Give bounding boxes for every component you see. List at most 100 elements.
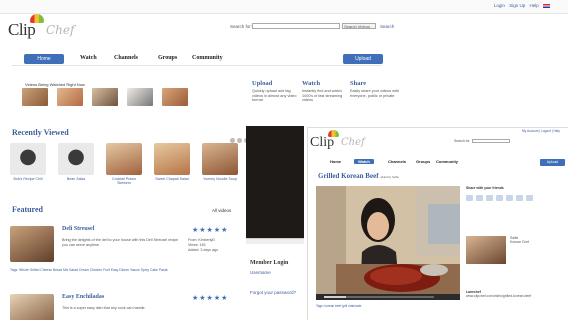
video-thumbnail [154, 143, 190, 175]
feature-upload[interactable]: Upload Quickly upload and tag videos in … [252, 80, 302, 103]
upload-button[interactable]: Upload [540, 159, 565, 166]
player-progress[interactable] [324, 296, 434, 298]
share-icon[interactable] [486, 195, 493, 202]
video-title[interactable]: Easy Enchiladas [62, 294, 104, 300]
video-thumbnail[interactable] [162, 88, 188, 106]
video-thumbnail[interactable] [127, 88, 153, 106]
video-thumbnail [106, 143, 142, 175]
nav-home[interactable]: Home [330, 159, 341, 164]
feature-share[interactable]: Share Easily share your videos with ever… [350, 80, 400, 98]
video-caption: Bean Salsa [66, 177, 86, 181]
nav-watch[interactable]: Watch [354, 159, 374, 164]
feature-watch[interactable]: Watch Instantly find and watch 1000's of… [302, 80, 352, 103]
feature-desc: Quickly upload and tag videos in almost … [252, 89, 297, 102]
share-heading: Share with your friends [466, 186, 504, 190]
username-label: Username [250, 270, 271, 275]
video-thumbnail[interactable] [92, 88, 118, 106]
signup-link[interactable]: Sign Up [509, 3, 525, 8]
video-player[interactable] [316, 186, 460, 300]
logo-word: Clip [310, 135, 335, 150]
video-caption: Sweet Chapati Salad [155, 177, 189, 181]
video-tags[interactable]: Tags: korean beef grill marinade [316, 304, 460, 308]
rating-stars-icon: ★★★★★ [192, 227, 229, 234]
upload-button[interactable]: Upload [343, 54, 383, 64]
logo-script: Chef [46, 23, 75, 37]
recently-viewed-title: Recently Viewed [12, 128, 69, 137]
video-thumbnail [10, 226, 54, 262]
share-panel: Share with your friends [466, 186, 566, 202]
video-caption: Bob's Recipe Chili [13, 177, 43, 181]
recent-video[interactable]: Cocktail Prawn Skewers [106, 143, 142, 185]
nav-community[interactable]: Community [436, 159, 458, 164]
watching-now-title: Videos Being Watched Right Now [25, 82, 85, 87]
nav-channels[interactable]: Channels [388, 159, 406, 164]
video-frame [316, 186, 460, 300]
share-icon[interactable] [526, 195, 533, 202]
account-links[interactable]: My Account | Logout | Help [522, 129, 560, 133]
feature-title: Share [350, 80, 367, 87]
feature-title: Watch [302, 80, 321, 87]
clipchef-logo[interactable]: Clip Chef [308, 129, 378, 155]
language-flag-icon[interactable] [543, 3, 550, 8]
logo-word: Clip [8, 20, 36, 39]
nav-watch[interactable]: Watch [80, 55, 97, 61]
featured-title: Featured [12, 205, 43, 214]
search-type-select[interactable]: Search Videos [342, 23, 376, 29]
member-login-title: Member Login [250, 260, 289, 266]
share-icons [466, 195, 566, 202]
user-subtitle: Korean Chef [510, 240, 530, 245]
featured-filter[interactable]: All videos [212, 208, 231, 213]
video-thumbnail [10, 143, 46, 175]
search-button[interactable]: Search [380, 24, 394, 29]
share-icon[interactable] [496, 195, 503, 202]
nav-community[interactable]: Community [192, 55, 223, 61]
search-bar: Search for [454, 139, 510, 144]
share-url[interactable]: www.clipchef.com/video/grilled-korean-be… [466, 294, 566, 298]
search-input[interactable] [471, 139, 510, 144]
video-page-inset: Clip Chef My Account | Logout | Help Sea… [307, 127, 568, 320]
panel-scrollbar[interactable] [246, 238, 304, 244]
feature-title: Upload [252, 80, 273, 87]
user-info: Sallie Korean Chef [510, 236, 566, 244]
forgot-password-link[interactable]: Forgot your password? [250, 290, 296, 295]
nav-groups[interactable]: Groups [416, 159, 430, 164]
recent-video[interactable]: Sweet Chapati Salad [154, 143, 190, 181]
recent-video[interactable]: Bean Salsa [58, 143, 94, 181]
main-nav: Home Watch Channels Groups Community [12, 52, 382, 66]
share-icon[interactable] [506, 195, 513, 202]
rating-stars-icon: ★★★★★ [192, 295, 229, 302]
video-thumbnail[interactable] [22, 88, 48, 106]
search-label: Search for: [230, 24, 253, 29]
help-link[interactable]: Help [529, 3, 538, 8]
user-avatar[interactable] [466, 236, 506, 264]
video-title-text: Grilled Korean Beef [318, 172, 379, 180]
nav-channels[interactable]: Channels [114, 55, 138, 61]
video-thumbnail [10, 294, 54, 320]
nav-groups[interactable]: Groups [158, 55, 177, 61]
video-thumbnail [202, 143, 238, 175]
clipchef-logo[interactable]: Clip Chef [6, 12, 96, 42]
recent-video[interactable]: Bob's Recipe Chili [10, 143, 46, 181]
tag-cloud[interactable]: Tags: Whole Grilled Cheese Bread Mix Sal… [10, 268, 242, 273]
search-input[interactable] [252, 23, 340, 29]
login-link[interactable]: Login [494, 3, 505, 8]
video-description: This is a super easy dish that any cook … [62, 306, 146, 310]
video-caption: Yummy Noodle Soup [203, 177, 237, 181]
player-controls[interactable] [316, 294, 460, 300]
search-label: Search for [454, 139, 470, 143]
share-icon[interactable] [476, 195, 483, 202]
video-description: Bring the delights of the deli to your h… [62, 238, 179, 247]
share-icon[interactable] [466, 195, 473, 202]
nav-home[interactable]: Home [24, 54, 64, 64]
video-added: Added: 3 days ago [188, 248, 218, 252]
video-title[interactable]: Deli Streusel [62, 226, 94, 232]
video-thumbnail[interactable] [57, 88, 83, 106]
video-title: Grilled Korean Beef added by Sallie [318, 172, 399, 180]
video-title-meta: added by Sallie [380, 175, 399, 179]
logo-script: Chef [341, 137, 365, 148]
account-links: Login Sign Up Help [491, 3, 550, 8]
share-icon[interactable] [516, 195, 523, 202]
video-caption: Cocktail Prawn Skewers [112, 177, 136, 185]
video-thumbnail [58, 143, 94, 175]
recent-video[interactable]: Yummy Noodle Soup [202, 143, 238, 181]
